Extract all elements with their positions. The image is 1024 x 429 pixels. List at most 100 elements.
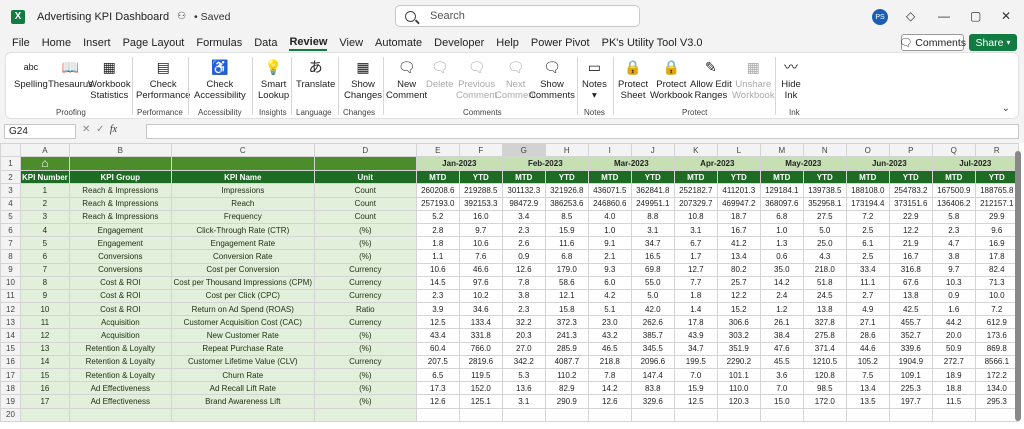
value-cell[interactable]: 2819.6 [458,354,503,370]
column-header[interactable]: E [415,143,460,158]
unit-cell[interactable]: Currency [313,354,417,370]
value-cell[interactable]: 197.7 [888,394,933,409]
kpi-group-cell[interactable]: Engagement [68,222,172,238]
value-cell[interactable]: 455.7 [888,315,933,330]
kpi-name-cell[interactable]: Engagement Rate [170,236,315,251]
kpi-number-cell[interactable]: 15 [20,367,70,383]
value-cell[interactable]: 58.6 [544,275,589,290]
value-cell[interactable]: 18.9 [931,367,976,383]
value-cell[interactable]: 869.8 [974,341,1019,356]
value-cell[interactable]: 110.2 [544,367,589,383]
value-cell[interactable]: 27.1 [845,315,890,330]
kpi-group-cell[interactable]: Cost & ROI [68,275,172,290]
value-cell[interactable]: 252182.7 [673,183,718,198]
value-cell[interactable]: 26.1 [759,315,804,330]
check-performance-button[interactable]: ▤ Check Performance [136,57,190,101]
value-cell[interactable]: 15.9 [673,381,718,396]
value-cell[interactable]: 9.6 [974,222,1019,238]
row-header[interactable]: 7 [0,236,21,251]
value-cell[interactable]: 2.1 [587,249,632,264]
value-cell[interactable]: 1.7 [673,249,718,264]
kpi-name-cell[interactable]: Customer Lifetime Value (CLV) [170,354,315,370]
maximize-icon[interactable]: ▢ [970,9,981,23]
function-icon[interactable]: fx [110,124,117,135]
menu-item[interactable]: Page Layout [123,37,185,49]
unit-cell[interactable]: (%) [313,341,417,356]
value-cell[interactable]: 11.5 [931,394,976,409]
unit-cell[interactable]: (%) [313,381,417,396]
value-cell[interactable]: 7.6 [458,249,503,264]
value-cell[interactable]: 188108.0 [845,183,890,198]
value-cell[interactable]: 7.5 [845,367,890,383]
value-cell[interactable]: 13.5 [845,394,890,409]
column-header[interactable]: G [501,143,546,158]
close-icon[interactable]: ✕ [1001,9,1011,23]
value-cell[interactable]: 1.8 [415,236,460,251]
value-cell[interactable]: 147.4 [630,367,675,383]
spelling-button[interactable]: abc Spelling [14,57,48,91]
value-cell[interactable]: 5.2 [415,209,460,224]
value-cell[interactable]: 10.6 [458,236,503,251]
row-header[interactable]: 18 [0,381,21,396]
allow-edit-ranges-button[interactable]: ✎ Allow Edit Ranges [690,57,732,101]
value-cell[interactable]: 0.9 [501,249,546,264]
value-cell[interactable]: 10.0 [974,288,1019,304]
value-cell[interactable]: 9.1 [587,236,632,251]
kpi-number-cell[interactable]: 16 [20,381,70,396]
document-title[interactable]: Advertising KPI Dashboard [37,11,169,23]
value-cell[interactable]: 120.3 [716,394,761,409]
empty-cell[interactable] [20,407,70,422]
value-cell[interactable]: 105.2 [845,354,890,370]
value-cell[interactable]: 339.6 [888,341,933,356]
row-header[interactable]: 10 [0,275,21,290]
value-cell[interactable]: 12.6 [415,394,460,409]
value-cell[interactable]: 373151.6 [888,196,933,211]
value-cell[interactable]: 6.1 [845,236,890,251]
value-cell[interactable]: 7.0 [759,381,804,396]
value-cell[interactable]: 6.7 [673,236,718,251]
value-cell[interactable]: 134.0 [974,381,1019,396]
value-cell[interactable]: 295.3 [974,394,1019,409]
empty-cell[interactable] [630,407,675,422]
column-header[interactable]: P [888,143,933,158]
value-cell[interactable]: 18.8 [931,381,976,396]
value-cell[interactable]: 2.6 [501,236,546,251]
value-cell[interactable]: 6.8 [759,209,804,224]
spreadsheet-table[interactable]: A B C D E F G H I J K L M N O P Q R 1 ⌂ Jan-2023 Feb-2023 Mar-… [0,143,1019,422]
protect-workbook-button[interactable]: 🔒 Protect Workbook [650,57,693,101]
value-cell[interactable]: 9.3 [587,262,632,277]
value-cell[interactable]: 12.6 [501,262,546,277]
kpi-name-cell[interactable]: Reach [170,196,315,211]
saved-status[interactable]: • Saved [194,11,230,23]
value-cell[interactable]: 14.2 [759,275,804,290]
value-cell[interactable]: 16.0 [458,209,503,224]
value-cell[interactable]: 327.8 [802,315,847,330]
kpi-name-cell[interactable]: Customer Acquisition Cost (CAC) [170,315,315,330]
value-cell[interactable]: 321926.8 [544,183,589,198]
kpi-number-cell[interactable]: 9 [20,288,70,304]
unshare-workbook-button[interactable]: ▦ Unshare Workbook [732,57,775,101]
value-cell[interactable]: 1.6 [931,302,976,317]
value-cell[interactable]: 2.8 [415,222,460,238]
value-cell[interactable]: 249951.1 [630,196,675,211]
empty-cell[interactable] [313,407,417,422]
menu-item[interactable]: Data [254,37,277,49]
value-cell[interactable]: 2.5 [845,222,890,238]
row-header[interactable]: 20 [0,407,21,422]
row-header[interactable]: 16 [0,354,21,370]
kpi-group-cell[interactable]: Reach & Impressions [68,209,172,224]
value-cell[interactable]: 766.0 [458,341,503,356]
smart-lookup-button[interactable]: 💡 Smart Lookup [258,57,289,101]
empty-cell[interactable] [458,407,503,422]
value-cell[interactable]: 372.3 [544,315,589,330]
value-cell[interactable]: 18.7 [716,209,761,224]
value-cell[interactable]: 3.8 [501,288,546,304]
comments-button[interactable]: 🗨 Comments [899,34,966,51]
column-header[interactable]: Q [931,143,976,158]
value-cell[interactable]: 13.4 [716,249,761,264]
value-cell[interactable]: 2.3 [931,222,976,238]
unit-cell[interactable]: (%) [313,328,417,343]
value-cell[interactable]: 301132.3 [501,183,546,198]
value-cell[interactable]: 20.0 [931,328,976,343]
kpi-group-cell[interactable]: Reach & Impressions [68,183,172,198]
